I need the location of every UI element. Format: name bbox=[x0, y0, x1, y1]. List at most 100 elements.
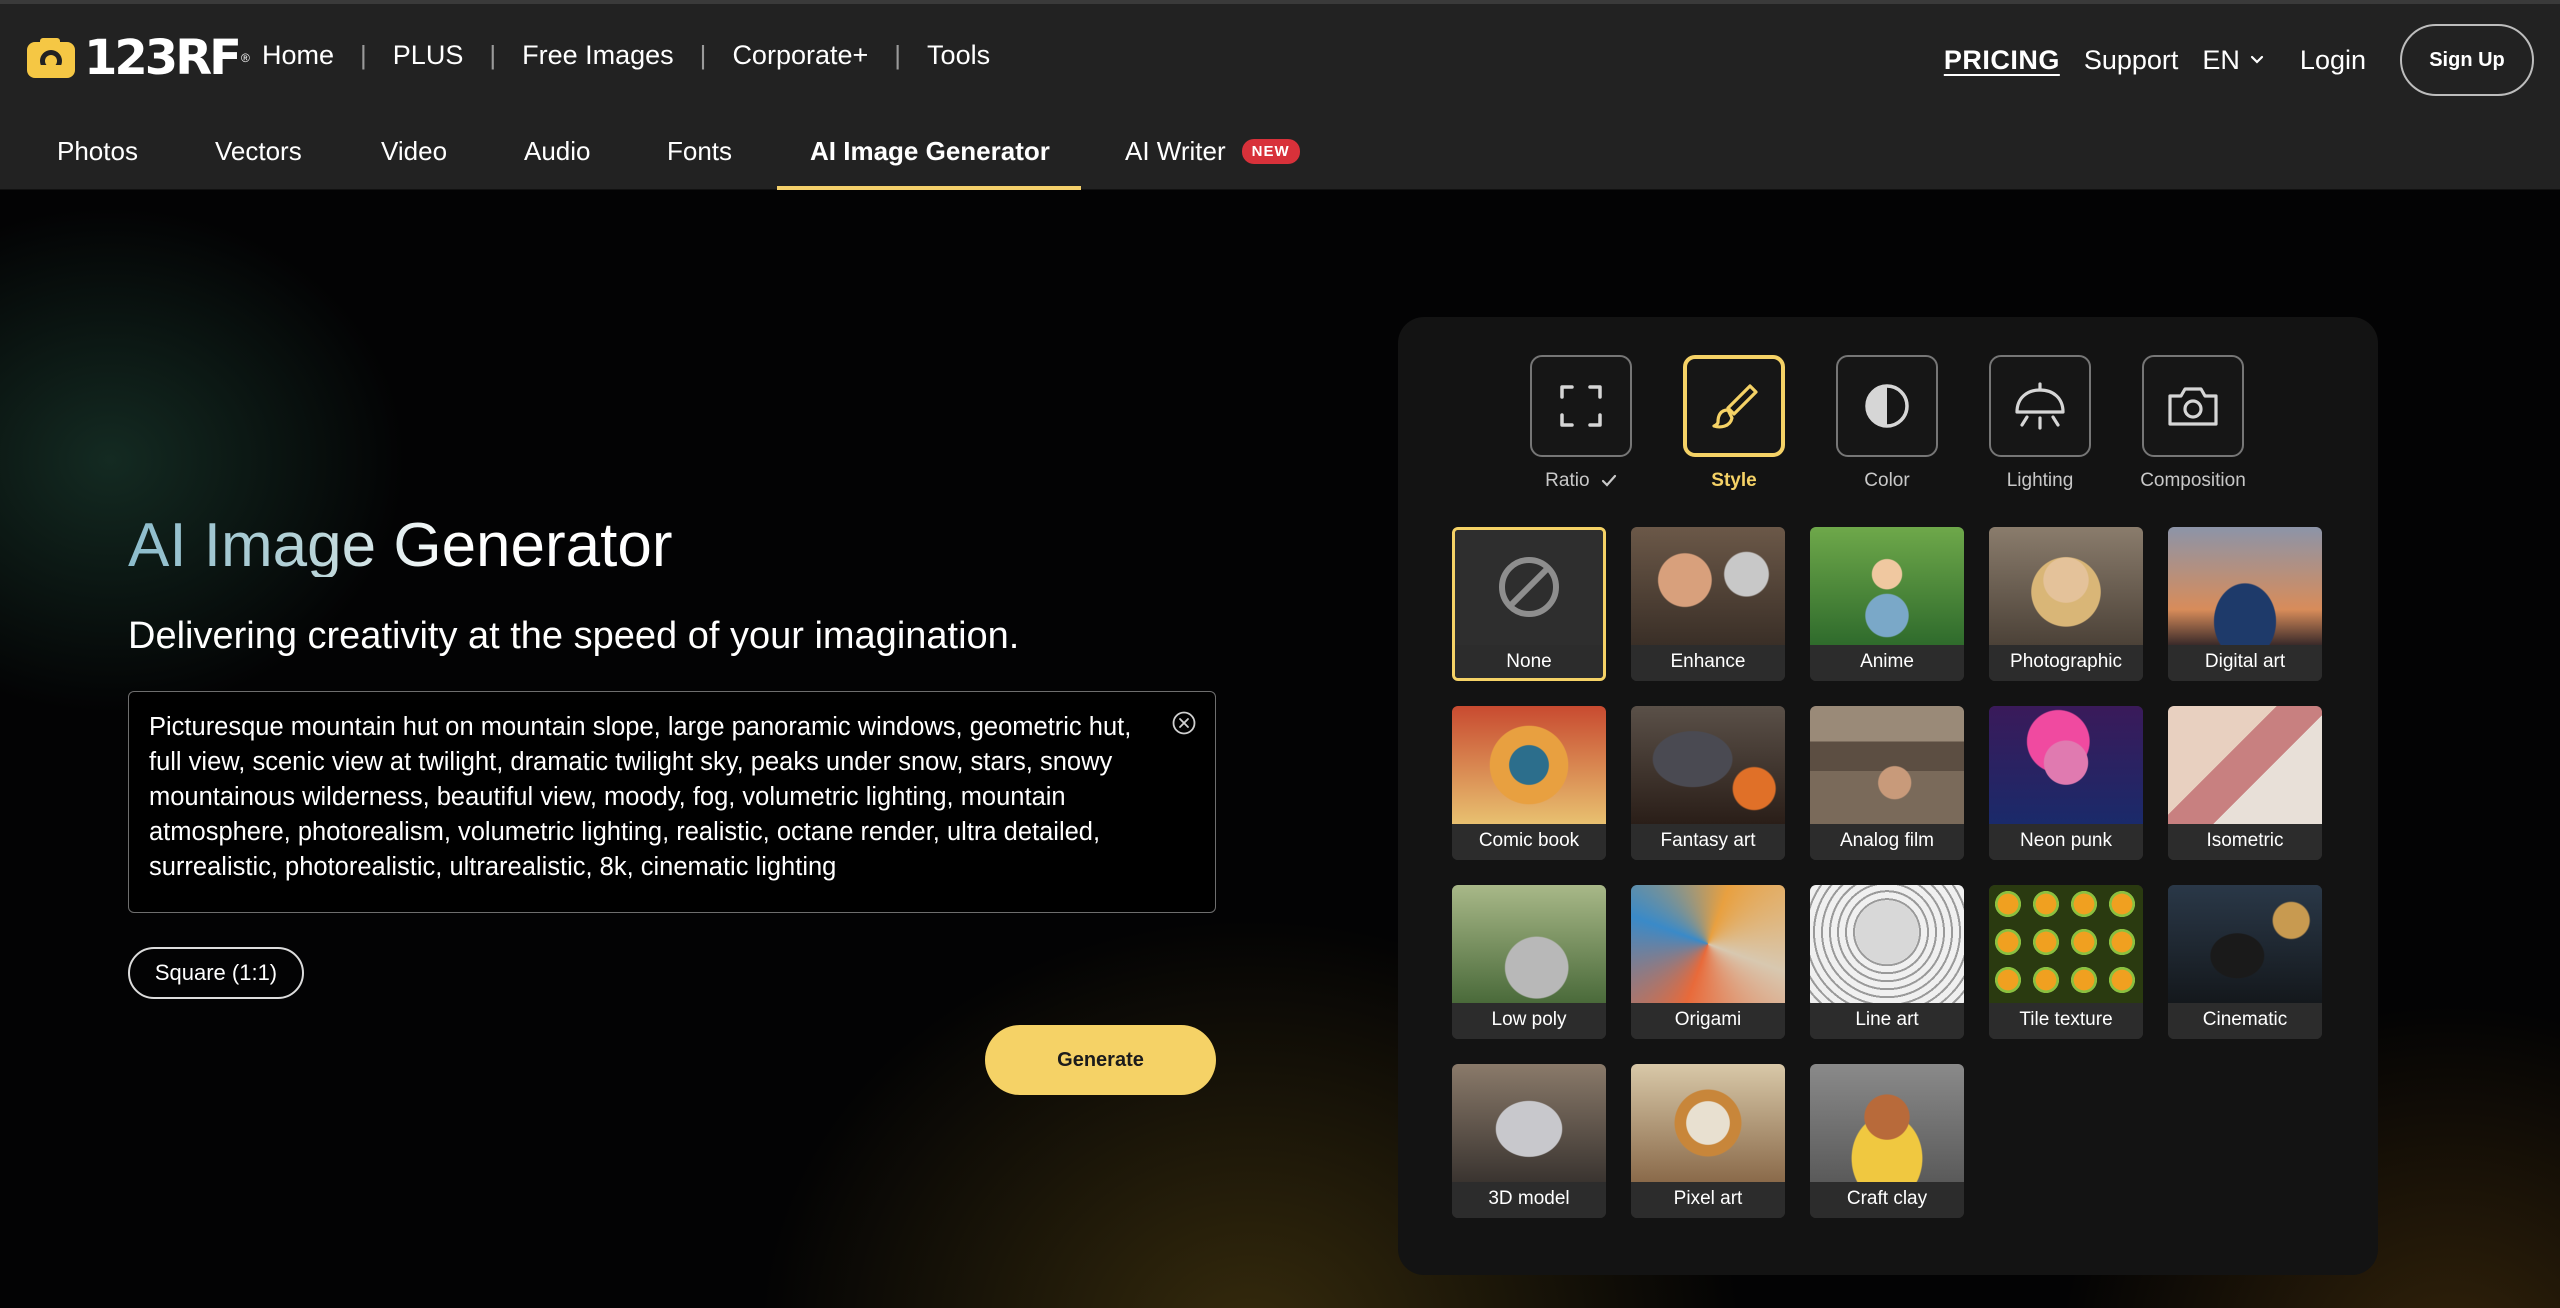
pricing-link[interactable]: PRICING bbox=[1944, 45, 2060, 76]
tab-ai-writer[interactable]: AI Writer NEW bbox=[1125, 112, 1300, 190]
style-tile-analog-film[interactable]: Analog film bbox=[1810, 706, 1964, 860]
support-link[interactable]: Support bbox=[2084, 45, 2179, 76]
camera-icon bbox=[2168, 387, 2218, 426]
tool-ratio-label: Ratio bbox=[1501, 470, 1661, 492]
tab-ai-image-generator[interactable]: AI Image Generator bbox=[810, 112, 1050, 190]
style-tile-label: None bbox=[1455, 645, 1603, 678]
style-tile-isometric[interactable]: Isometric bbox=[2168, 706, 2322, 860]
nav-separator: | bbox=[894, 40, 902, 70]
tool-lighting-button[interactable] bbox=[1989, 355, 2091, 457]
contrast-icon bbox=[1865, 384, 1909, 428]
registered-mark-icon: ® bbox=[240, 51, 250, 65]
style-thumb bbox=[1452, 1064, 1606, 1182]
style-thumb bbox=[1810, 527, 1964, 645]
login-link[interactable]: Login bbox=[2300, 45, 2366, 76]
style-tile-label: Isometric bbox=[2168, 824, 2322, 860]
logo-text: 123RF bbox=[84, 30, 242, 86]
style-thumb bbox=[2168, 885, 2322, 1003]
style-tile-label: Craft clay bbox=[1810, 1182, 1964, 1218]
style-tile-label: Low poly bbox=[1452, 1003, 1606, 1039]
style-tile-label: Cinematic bbox=[2168, 1003, 2322, 1039]
style-thumb bbox=[2168, 706, 2322, 824]
style-tile-digital-art[interactable]: Digital art bbox=[2168, 527, 2322, 681]
tool-color-label: Color bbox=[1864, 470, 1910, 491]
nav-free-images[interactable]: Free Images bbox=[522, 40, 674, 71]
nav-tools[interactable]: Tools bbox=[927, 40, 990, 71]
brush-icon bbox=[1712, 384, 1758, 429]
style-thumb bbox=[1452, 706, 1606, 824]
hero-section: AI Image Generator Delivering creativity… bbox=[0, 190, 2560, 1308]
page-title: AI Image Generator bbox=[128, 511, 673, 580]
check-icon bbox=[1601, 475, 1616, 488]
style-thumb bbox=[1631, 885, 1785, 1003]
top-bar: 123RF ® Home | PLUS | Free Images | Corp… bbox=[0, 0, 2560, 112]
style-thumb bbox=[1452, 885, 1606, 1003]
style-tile-label: Line art bbox=[1810, 1003, 1964, 1039]
tab-audio[interactable]: Audio bbox=[524, 112, 591, 190]
page-subtitle: Delivering creativity at the speed of yo… bbox=[128, 615, 1020, 657]
nav-corporate-plus[interactable]: Corporate+ bbox=[732, 40, 868, 71]
tab-ai-writer-label: AI Writer bbox=[1125, 135, 1226, 166]
account-nav: PRICING Support EN Login Sign Up bbox=[1944, 24, 2534, 96]
style-tile-label: Anime bbox=[1810, 645, 1964, 681]
style-tile-label: 3D model bbox=[1452, 1182, 1606, 1218]
ratio-chip[interactable]: Square (1:1) bbox=[128, 947, 304, 999]
style-tile-label: Photographic bbox=[1989, 645, 2143, 681]
language-selector[interactable]: EN bbox=[2202, 45, 2264, 76]
style-tile-origami[interactable]: Origami bbox=[1631, 885, 1785, 1039]
style-thumb bbox=[1810, 885, 1964, 1003]
style-tile-label: Digital art bbox=[2168, 645, 2322, 681]
style-tile-tile-texture[interactable]: Tile texture bbox=[1989, 885, 2143, 1039]
nav-separator: | bbox=[489, 40, 497, 70]
style-tile-neon-punk[interactable]: Neon punk bbox=[1989, 706, 2143, 860]
style-tile-label: Comic book bbox=[1452, 824, 1606, 860]
tab-vectors[interactable]: Vectors bbox=[215, 112, 302, 190]
fullscreen-icon bbox=[1560, 385, 1602, 427]
style-thumb bbox=[1631, 527, 1785, 645]
style-tile-craft-clay[interactable]: Craft clay bbox=[1810, 1064, 1964, 1218]
options-panel: Ratio Style Color Lighting Composition N… bbox=[1398, 317, 2378, 1275]
style-thumb bbox=[1631, 1064, 1785, 1182]
style-tile-photographic[interactable]: Photographic bbox=[1989, 527, 2143, 681]
prompt-text[interactable]: Picturesque mountain hut on mountain slo… bbox=[149, 710, 1155, 885]
style-tile-cinematic[interactable]: Cinematic bbox=[2168, 885, 2322, 1039]
style-tile-comic-book[interactable]: Comic book bbox=[1452, 706, 1606, 860]
style-tile-pixel-art[interactable]: Pixel art bbox=[1631, 1064, 1785, 1218]
style-tile-low-poly[interactable]: Low poly bbox=[1452, 885, 1606, 1039]
tab-video[interactable]: Video bbox=[381, 112, 447, 190]
style-tile-label: Tile texture bbox=[1989, 1003, 2143, 1039]
category-bar: Photos Vectors Video Audio Fonts AI Imag… bbox=[0, 112, 2560, 190]
style-tile-label: Fantasy art bbox=[1631, 824, 1785, 860]
style-tile-fantasy-art[interactable]: Fantasy art bbox=[1631, 706, 1785, 860]
nav-home[interactable]: Home bbox=[262, 40, 334, 71]
nav-plus[interactable]: PLUS bbox=[393, 40, 464, 71]
prohibited-icon bbox=[1499, 557, 1559, 617]
tool-style-button[interactable] bbox=[1683, 355, 1785, 457]
style-tile-enhance[interactable]: Enhance bbox=[1631, 527, 1785, 681]
nav-separator: | bbox=[699, 40, 707, 70]
tool-style-label: Style bbox=[1711, 470, 1757, 491]
style-thumb bbox=[1989, 885, 2143, 1003]
tab-fonts[interactable]: Fonts bbox=[667, 112, 732, 190]
style-tile-label: Analog film bbox=[1810, 824, 1964, 860]
tool-color-button[interactable] bbox=[1836, 355, 1938, 457]
prompt-input[interactable]: Picturesque mountain hut on mountain slo… bbox=[128, 691, 1216, 913]
tool-ratio-button[interactable] bbox=[1530, 355, 1632, 457]
style-tile-none[interactable]: None bbox=[1452, 527, 1606, 681]
tab-photos[interactable]: Photos bbox=[57, 112, 138, 190]
style-tile-label: Enhance bbox=[1631, 645, 1785, 681]
style-thumb bbox=[1810, 706, 1964, 824]
style-tile-anime[interactable]: Anime bbox=[1810, 527, 1964, 681]
style-thumb bbox=[1989, 706, 2143, 824]
style-tile-label: Origami bbox=[1631, 1003, 1785, 1039]
new-badge: NEW bbox=[1241, 138, 1300, 164]
generate-button[interactable]: Generate bbox=[985, 1025, 1216, 1095]
tool-composition-button[interactable] bbox=[2142, 355, 2244, 457]
style-tile-line-art[interactable]: Line art bbox=[1810, 885, 1964, 1039]
clear-icon[interactable] bbox=[1171, 710, 1197, 736]
signup-button[interactable]: Sign Up bbox=[2400, 24, 2534, 96]
style-thumb bbox=[1631, 706, 1785, 824]
style-tile-3d-model[interactable]: 3D model bbox=[1452, 1064, 1606, 1218]
lamp-icon bbox=[2015, 382, 2065, 430]
site-logo[interactable]: 123RF ® bbox=[26, 32, 250, 84]
